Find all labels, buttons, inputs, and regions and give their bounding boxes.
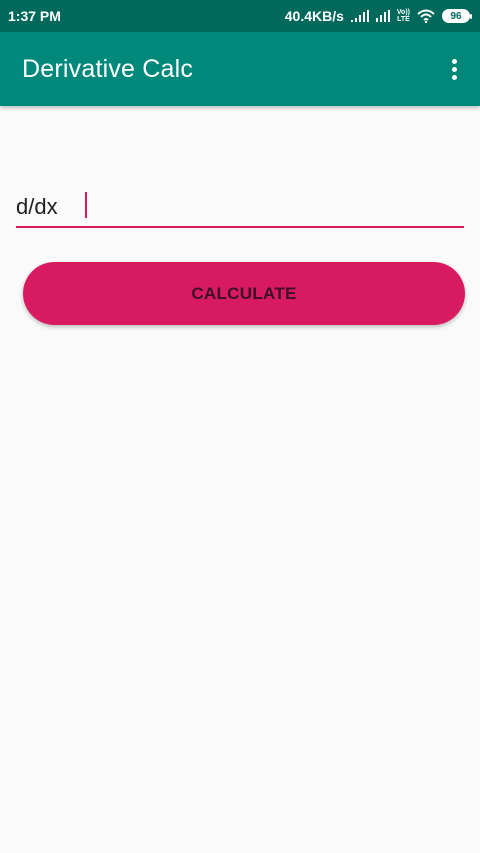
app-title: Derivative Calc	[22, 54, 194, 83]
signal-icon	[375, 10, 390, 22]
expression-field-container	[16, 188, 464, 228]
calculate-button[interactable]: CALCULATE	[23, 262, 465, 325]
status-icons: 40.4KB/s Vo)) LTE 96	[284, 8, 472, 24]
overflow-menu-icon[interactable]	[442, 53, 466, 85]
battery-icon: 96	[442, 9, 472, 23]
app-bar: Derivative Calc	[0, 32, 480, 106]
expression-input[interactable]	[16, 188, 464, 226]
status-time: 1:37 PM	[8, 8, 61, 24]
network-speed: 40.4KB/s	[284, 8, 344, 24]
volte-icon: Vo)) LTE	[396, 9, 410, 23]
status-bar: 1:37 PM 40.4KB/s Vo)) LTE 96	[0, 0, 480, 32]
text-cursor	[85, 192, 87, 218]
signal-icon	[350, 10, 369, 22]
battery-level: 96	[450, 10, 462, 22]
wifi-icon	[417, 9, 435, 23]
